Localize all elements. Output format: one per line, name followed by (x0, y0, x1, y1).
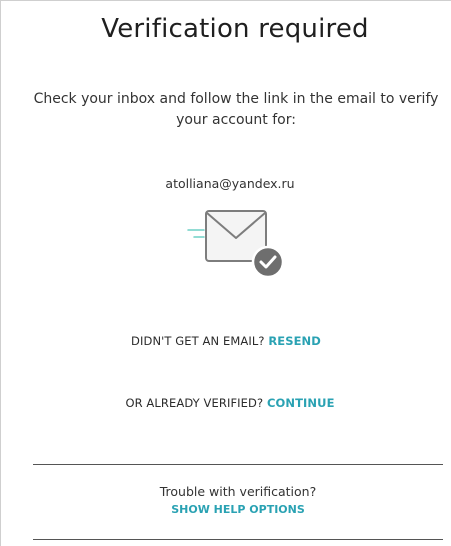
help-line: SHOW HELP OPTIONS (0, 503, 451, 516)
divider-bottom (33, 539, 443, 540)
help-prompt: Trouble with verification? (159, 484, 317, 499)
page-title: Verification required (101, 14, 369, 44)
envelope-check-icon (184, 208, 288, 282)
speed-lines (187, 229, 205, 238)
resend-link[interactable]: RESEND (268, 334, 321, 348)
continue-link[interactable]: CONTINUE (267, 396, 335, 410)
resend-prompt: DIDN'T GET AN EMAIL? (131, 334, 265, 348)
continue-line: OR ALREADY VERIFIED? CONTINUE (0, 396, 451, 410)
email-address: atolliana@yandex.ru (165, 176, 295, 191)
top-border (0, 0, 451, 1)
verification-page: Verification required Check your inbox a… (0, 0, 451, 546)
divider-top (33, 464, 443, 465)
resend-line: DIDN'T GET AN EMAIL? RESEND (0, 334, 451, 348)
continue-prompt: OR ALREADY VERIFIED? (125, 396, 264, 410)
instructions-text: Check your inbox and follow the link in … (33, 91, 439, 128)
check-badge-icon (251, 245, 285, 279)
left-border (0, 0, 1, 546)
show-help-options-link[interactable]: SHOW HELP OPTIONS (171, 503, 305, 516)
